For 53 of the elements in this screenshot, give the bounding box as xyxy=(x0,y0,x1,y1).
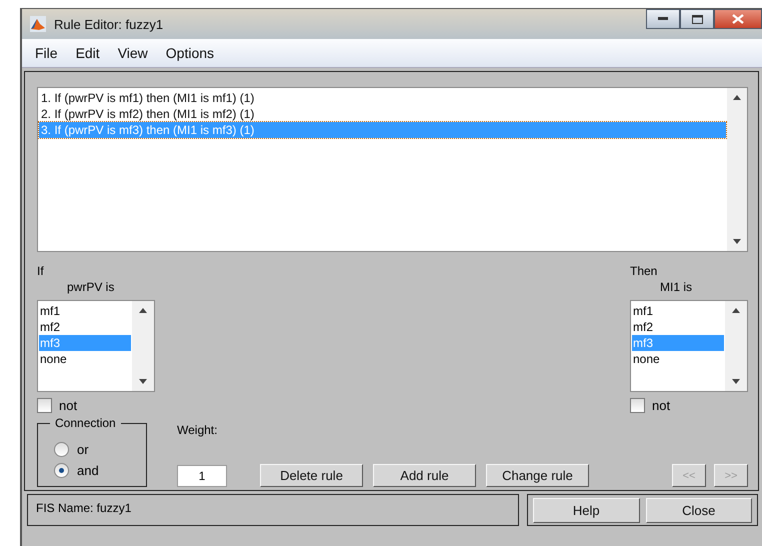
maximize-icon xyxy=(692,14,702,24)
variable-label: MI1 is xyxy=(659,280,694,296)
section-label: If xyxy=(37,264,45,280)
membership-list[interactable]: mf1 mf2 mf3 none xyxy=(37,300,155,392)
scroll-up-icon xyxy=(139,308,147,313)
menu-item[interactable]: View xyxy=(108,45,157,61)
dialog-button[interactable]: Close xyxy=(646,498,752,523)
rule-button[interactable]: Delete rule xyxy=(260,464,363,487)
scroll-up-icon xyxy=(732,308,740,313)
list-item[interactable]: none xyxy=(632,351,724,367)
scrollbar[interactable] xyxy=(727,88,747,251)
group-title: Connection xyxy=(50,416,121,430)
list-item[interactable]: mf1 xyxy=(632,303,724,319)
scrollbar[interactable] xyxy=(725,301,747,391)
list-item[interactable]: mf2 xyxy=(39,319,131,335)
checkbox-label: not xyxy=(652,398,670,413)
dialog-button[interactable]: Help xyxy=(533,498,640,523)
close-button[interactable] xyxy=(714,9,762,29)
menu-item[interactable]: File xyxy=(26,45,67,61)
membership-list[interactable]: mf1 mf2 mf3 none xyxy=(630,300,748,392)
list-item[interactable]: mf1 xyxy=(39,303,131,319)
menu-item[interactable]: Edit xyxy=(66,45,109,61)
radio-button[interactable] xyxy=(54,463,69,478)
minimize-button[interactable] xyxy=(646,9,680,29)
scroll-down-icon xyxy=(733,239,741,244)
checkbox[interactable] xyxy=(630,398,645,413)
list-item[interactable]: none xyxy=(39,351,131,367)
checkbox-label: not xyxy=(59,398,78,413)
rule-button[interactable]: Add rule xyxy=(373,464,476,487)
menu-item[interactable]: Options xyxy=(156,45,224,61)
scroll-down-icon xyxy=(732,379,740,384)
radio-label: or xyxy=(77,442,89,457)
close-icon xyxy=(732,14,744,24)
section-label: Then xyxy=(630,264,658,280)
radio-button[interactable] xyxy=(54,442,69,457)
rule-item[interactable]: 1. If (pwrPV is mf1) then (MI1 is mf1) (1) xyxy=(39,90,726,106)
radio-label: and xyxy=(77,463,99,478)
variable-label: pwrPV is xyxy=(66,280,116,296)
list-item[interactable]: mf2 xyxy=(632,319,724,335)
scrollbar[interactable] xyxy=(132,301,154,391)
window-title: Rule Editor: fuzzy1 xyxy=(54,16,164,32)
weight-label: Weight: xyxy=(177,423,218,437)
rule-item[interactable]: 2. If (pwrPV is mf2) then (MI1 is mf2) (1) xyxy=(39,106,726,122)
peak-surface-icon xyxy=(30,16,46,32)
rule-list[interactable]: 1. If (pwrPV is mf1) then (MI1 is mf1) (1) 2. If (pwrPV is mf2) then (MI1 is mf2) (1) 3. If (pwrPV is mf3) then (MI1 is mf3) (1) xyxy=(37,87,748,252)
minimize-icon xyxy=(658,17,668,21)
status-text: FIS Name: fuzzy1 xyxy=(36,501,132,515)
maximize-button[interactable] xyxy=(680,9,714,29)
rule-button[interactable]: Change rule xyxy=(486,464,589,487)
checkbox[interactable] xyxy=(37,398,52,413)
weight-field[interactable]: 1 xyxy=(177,465,227,487)
scroll-down-icon xyxy=(139,379,147,384)
scroll-up-icon xyxy=(733,95,741,100)
